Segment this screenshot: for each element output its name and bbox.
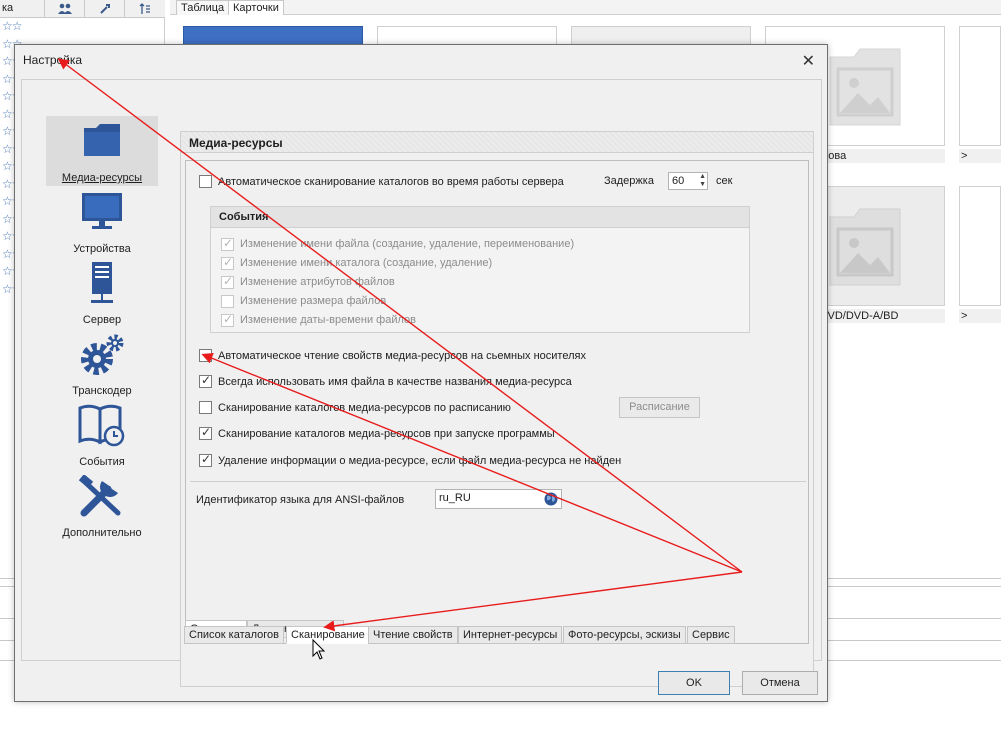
delay-value: 60 (672, 175, 685, 187)
events-title: События (211, 207, 749, 228)
option-label: Автоматическое чтение свойств медиа-ресу… (218, 350, 586, 362)
event-checkbox[interactable] (221, 274, 234, 289)
left-toolbar: ка (0, 0, 165, 18)
auto-scan-checkbox[interactable] (199, 175, 212, 188)
option-checkbox[interactable] (199, 349, 212, 362)
gears-icon (81, 334, 124, 375)
dialog-title: Настройка (23, 53, 83, 67)
option-checkbox[interactable] (199, 401, 212, 414)
tab-internet-resources[interactable]: Интернет-ресурсы (458, 626, 563, 644)
tab-cards[interactable]: Карточки (228, 0, 284, 15)
events-group: События Изменение имени файла (создание,… (210, 206, 750, 333)
tab-photo-resources[interactable]: Фото-ресурсы, эскизы (563, 626, 686, 644)
option-checkbox[interactable] (199, 452, 212, 467)
event-label: Изменение имени каталога (создание, удал… (240, 257, 493, 269)
ansi-value: ru_RU (439, 492, 471, 504)
delay-unit: сек (716, 175, 733, 187)
server-icon (91, 262, 113, 303)
ansi-language-input[interactable]: ru_RU (435, 489, 562, 509)
section-title: Медиа-ресурсы (181, 132, 813, 153)
card[interactable] (959, 186, 1001, 306)
tab-reading-properties[interactable]: Чтение свойств (368, 626, 458, 644)
option-label: Удаление информации о медиа-ресурсе, есл… (218, 455, 622, 467)
tab-table[interactable]: Таблица (176, 0, 230, 15)
rating-stars-icon[interactable]: ☆☆ (2, 18, 42, 36)
image-placeholder-icon (829, 48, 901, 126)
tab-scanning[interactable]: Сканирование (286, 626, 370, 644)
delay-stepper[interactable]: 60 ▲ ▼ (668, 172, 708, 190)
image-placeholder-icon (829, 208, 901, 286)
nav-events[interactable]: События (46, 400, 158, 470)
option-checkbox[interactable] (199, 373, 212, 388)
globe-icon[interactable] (544, 492, 558, 506)
nav-label: Дополнительно (62, 527, 142, 539)
event-checkbox[interactable] (221, 312, 234, 327)
nav-additional[interactable]: Дополнительно (46, 471, 158, 541)
delay-label: Задержка (604, 175, 654, 187)
tab-service[interactable]: Сервис (687, 626, 735, 644)
stepper-arrows-icon[interactable]: ▲ ▼ (699, 173, 706, 189)
nav-label: Транскодер (72, 385, 132, 397)
nav-label: Устройства (73, 243, 131, 255)
ansi-label: Идентификатор языка для ANSI-файлов (196, 494, 405, 506)
nav-transcoder[interactable]: Транскодер (46, 329, 158, 399)
monitor-icon (82, 193, 122, 229)
card[interactable] (959, 26, 1001, 146)
people-icon[interactable] (44, 0, 84, 18)
nav-label: Медиа-ресурсы (61, 172, 143, 184)
option-label: Сканирование каталогов медиа-ресурсов пр… (218, 428, 555, 440)
event-checkbox[interactable] (221, 295, 234, 308)
event-label: Изменение даты-времени файлов (240, 314, 416, 326)
folder-icon (84, 124, 120, 156)
chevron-right-icon[interactable]: > (959, 309, 1001, 323)
separator (190, 481, 806, 482)
event-checkbox[interactable] (221, 236, 234, 251)
option-label: Сканирование каталогов медиа-ресурсов по… (218, 402, 511, 414)
toolbar-label: ка (2, 2, 14, 14)
sort-icon[interactable] (124, 0, 165, 18)
nav-label: События (79, 456, 125, 468)
chevron-right-icon[interactable]: > (959, 149, 1001, 163)
wrench-icon[interactable] (84, 0, 124, 18)
event-label: Изменение имени файла (создание, удалени… (240, 238, 575, 250)
nav-label: Сервер (82, 314, 122, 326)
event-label: Изменение размера файлов (240, 295, 387, 307)
nav-server[interactable]: Сервер (46, 258, 158, 328)
tab-content: Автоматическое сканирование каталогов во… (185, 160, 809, 644)
cancel-button[interactable]: Отмена (742, 671, 818, 695)
event-label: Изменение атрибутов файлов (240, 276, 395, 288)
nav-media-resources[interactable]: Медиа-ресурсы (46, 116, 158, 186)
settings-panel: Медиа-ресурсы Автоматическое сканировани… (180, 131, 814, 687)
book-clock-icon (78, 404, 125, 447)
view-tabs: Таблица Карточки (170, 0, 1001, 15)
dialog-body: Медиа-ресурсы Устройства Сервер Транскод… (21, 79, 822, 687)
schedule-button[interactable]: Расписание (619, 397, 700, 418)
settings-dialog: Настройка ✕ Медиа-ресурсы Устройства Сер… (14, 44, 828, 702)
nav-devices[interactable]: Устройства (46, 187, 158, 257)
tab-catalog-list[interactable]: Список каталогов (184, 626, 285, 644)
option-checkbox[interactable] (199, 425, 212, 440)
event-checkbox[interactable] (221, 255, 234, 270)
option-label: Всегда использовать имя файла в качестве… (218, 376, 572, 388)
auto-scan-label: Автоматическое сканирование каталогов во… (218, 176, 564, 188)
tools-icon (78, 475, 121, 517)
close-icon[interactable]: ✕ (802, 51, 815, 71)
ok-button[interactable]: OK (658, 671, 730, 695)
